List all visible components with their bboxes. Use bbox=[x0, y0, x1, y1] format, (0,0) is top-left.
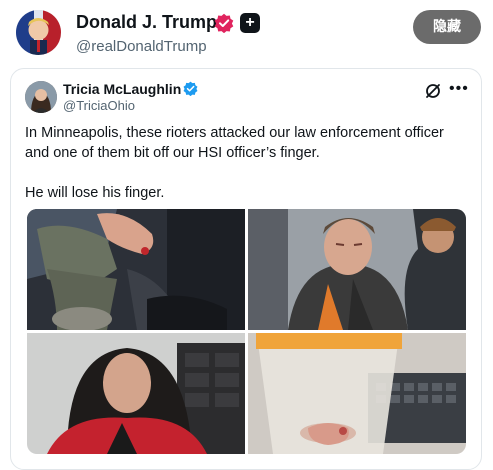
hide-button[interactable]: 隐藏 bbox=[413, 10, 481, 44]
verified-badge-icon bbox=[183, 81, 198, 96]
quoted-author-handle[interactable]: @TriciaOhio bbox=[63, 98, 135, 113]
quoted-text-paragraph: He will lose his finger. bbox=[25, 185, 165, 201]
author-avatar[interactable] bbox=[16, 10, 61, 55]
quoted-author-avatar[interactable] bbox=[25, 81, 57, 113]
quoted-post-card[interactable]: Tricia McLaughlin @TriciaOhio ••• In Min… bbox=[10, 68, 482, 470]
author-name[interactable]: Donald J. Trump bbox=[76, 12, 217, 33]
post-header: Donald J. Trump + @realDonaldTrump 隐藏 bbox=[0, 0, 493, 64]
quoted-author-name[interactable]: Tricia McLaughlin bbox=[63, 81, 181, 97]
quoted-post-text: In Minneapolis, these rioters attacked o… bbox=[25, 123, 465, 203]
media-photo[interactable] bbox=[27, 333, 245, 454]
verified-badge-icon bbox=[214, 13, 234, 33]
media-photo[interactable] bbox=[248, 209, 466, 330]
author-handle[interactable]: @realDonaldTrump bbox=[76, 38, 207, 55]
grok-icon[interactable] bbox=[424, 82, 442, 100]
more-options-icon[interactable]: ••• bbox=[449, 80, 469, 98]
quoted-text-paragraph: In Minneapolis, these rioters attacked o… bbox=[25, 125, 444, 161]
media-photo[interactable] bbox=[248, 333, 466, 454]
media-photo[interactable] bbox=[27, 209, 245, 330]
plus-icon: + bbox=[240, 13, 260, 33]
media-grid bbox=[27, 209, 466, 454]
